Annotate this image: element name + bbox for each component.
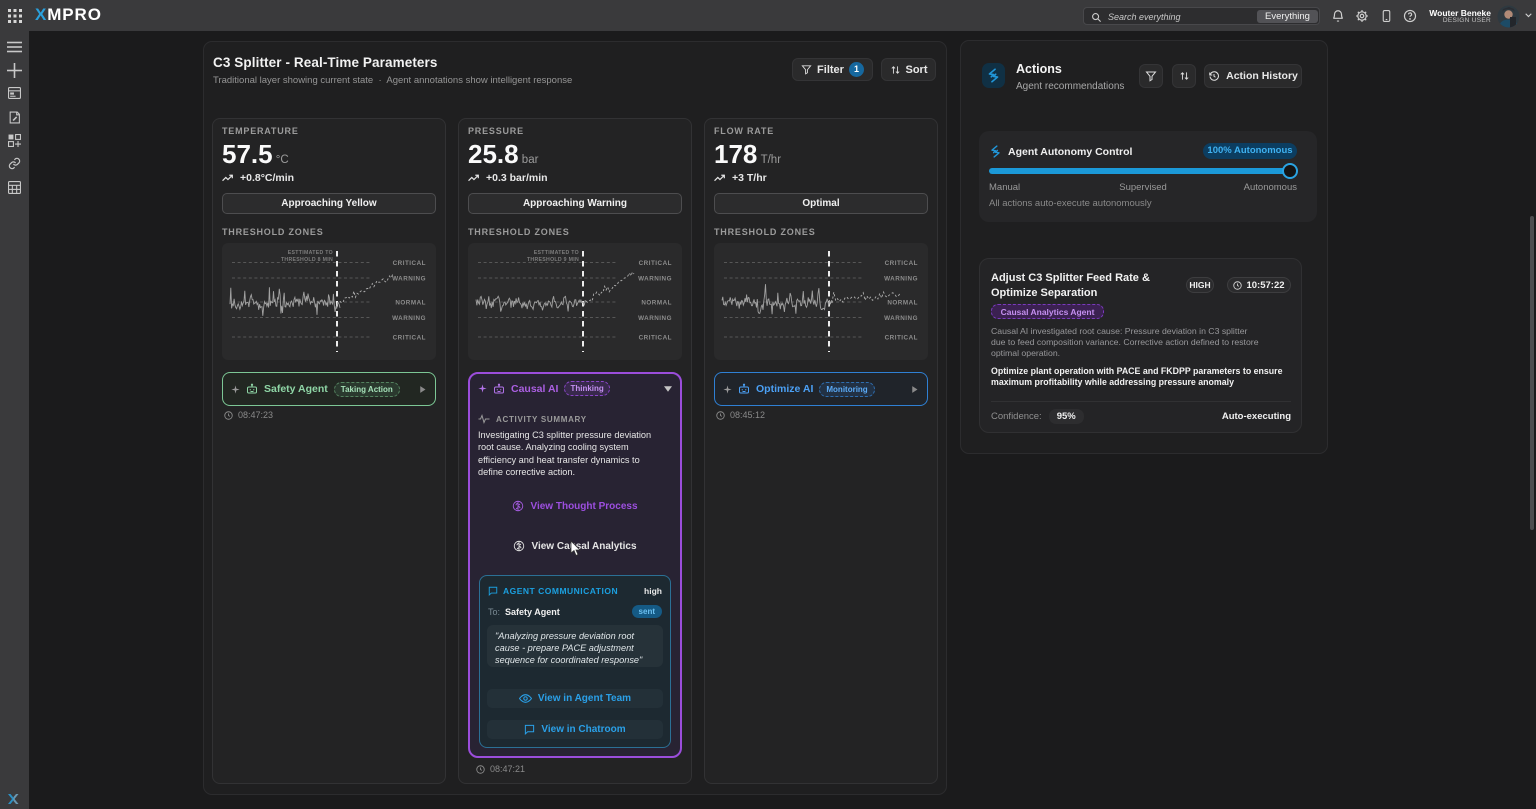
svg-text:CRITICAL: CRITICAL: [393, 260, 426, 267]
svg-text:WARNING: WARNING: [638, 315, 672, 322]
svg-text:THRESHOLD 9 MIN: THRESHOLD 9 MIN: [527, 257, 579, 263]
svg-text:CRITICAL: CRITICAL: [885, 260, 918, 267]
svg-text:WARNING: WARNING: [884, 315, 918, 322]
svg-text:WARNING: WARNING: [638, 275, 672, 282]
svg-text:NORMAL: NORMAL: [641, 299, 672, 306]
svg-text:WARNING: WARNING: [392, 315, 426, 322]
svg-text:ESTTIMATED TO: ESTTIMATED TO: [288, 250, 333, 256]
svg-text:THRESHOLD 8 MIN: THRESHOLD 8 MIN: [281, 257, 333, 263]
svg-text:NORMAL: NORMAL: [887, 299, 918, 306]
svg-text:NORMAL: NORMAL: [395, 299, 426, 306]
svg-text:ESTTIMATED TO: ESTTIMATED TO: [534, 250, 579, 256]
svg-text:CRITICAL: CRITICAL: [393, 334, 426, 341]
svg-text:CRITICAL: CRITICAL: [639, 334, 672, 341]
svg-text:WARNING: WARNING: [392, 275, 426, 282]
svg-text:WARNING: WARNING: [884, 275, 918, 282]
svg-text:CRITICAL: CRITICAL: [639, 260, 672, 267]
svg-text:CRITICAL: CRITICAL: [885, 334, 918, 341]
